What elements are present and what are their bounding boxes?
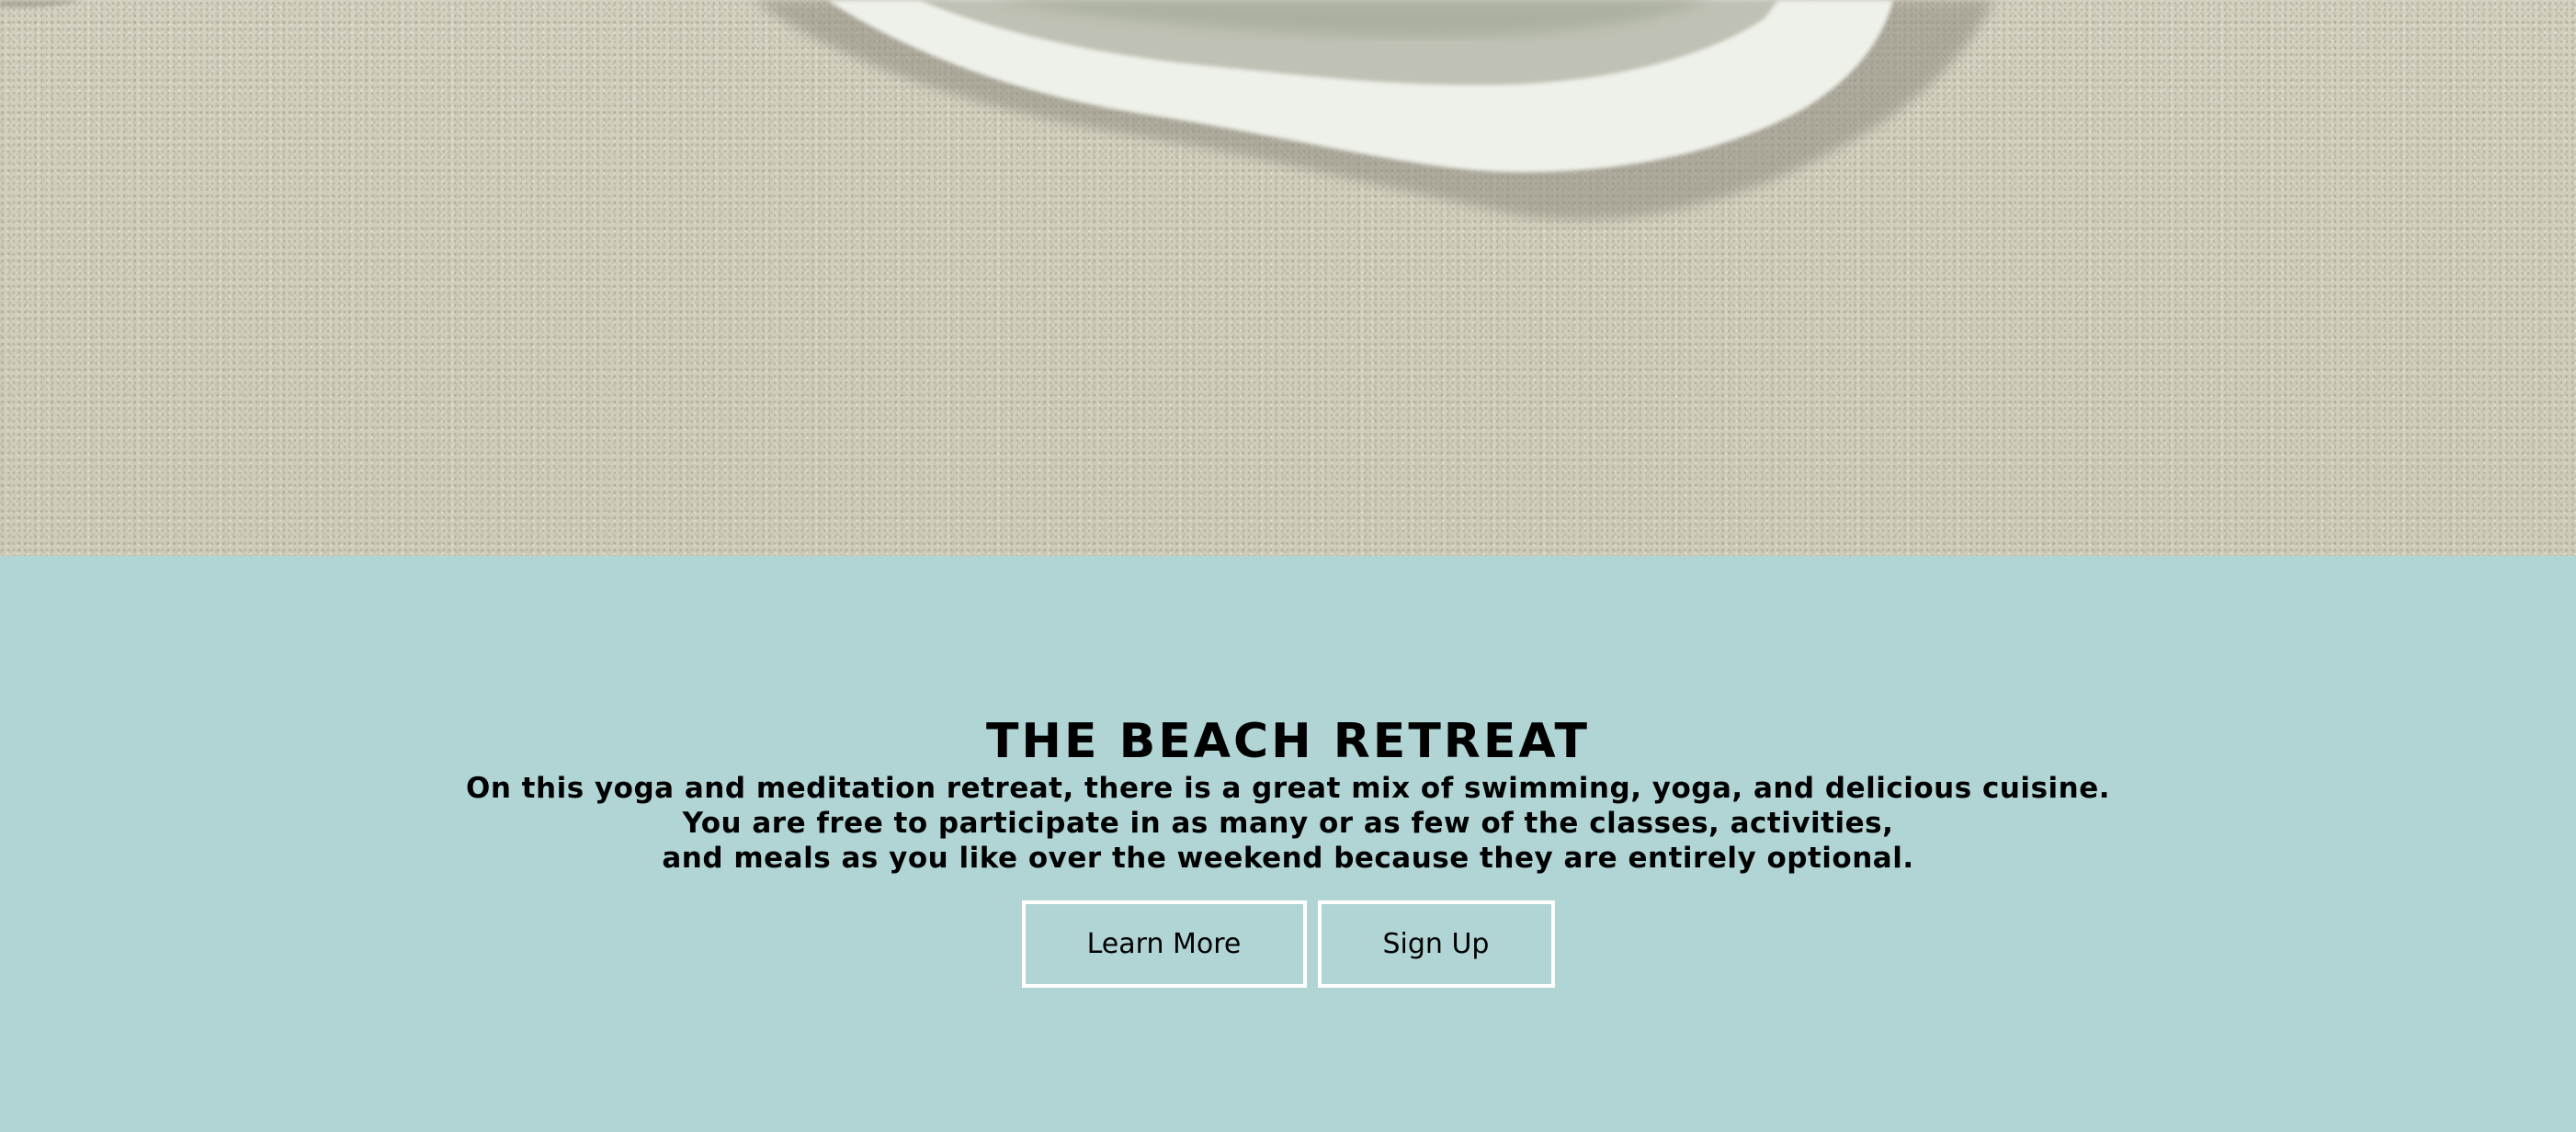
wave-foam-illustration [0, 0, 1994, 220]
retreat-description-line: On this yoga and meditation retreat, the… [465, 772, 2111, 805]
retreat-content: THE BEACH RETREAT On this yoga and medit… [0, 712, 2576, 876]
learn-more-button[interactable]: Learn More [1021, 900, 1307, 988]
action-buttons: Learn More Sign Up [0, 900, 2576, 988]
beach-hero-image [0, 0, 2576, 556]
sign-up-button[interactable]: Sign Up [1317, 900, 1555, 988]
retreat-description-line: and meals as you like over the weekend b… [662, 842, 1914, 875]
retreat-description-line: You are free to participate in as many o… [682, 807, 1894, 840]
retreat-title: THE BEACH RETREAT [985, 714, 1591, 769]
retreat-info-section: THE BEACH RETREAT On this yoga and medit… [0, 556, 2576, 1132]
